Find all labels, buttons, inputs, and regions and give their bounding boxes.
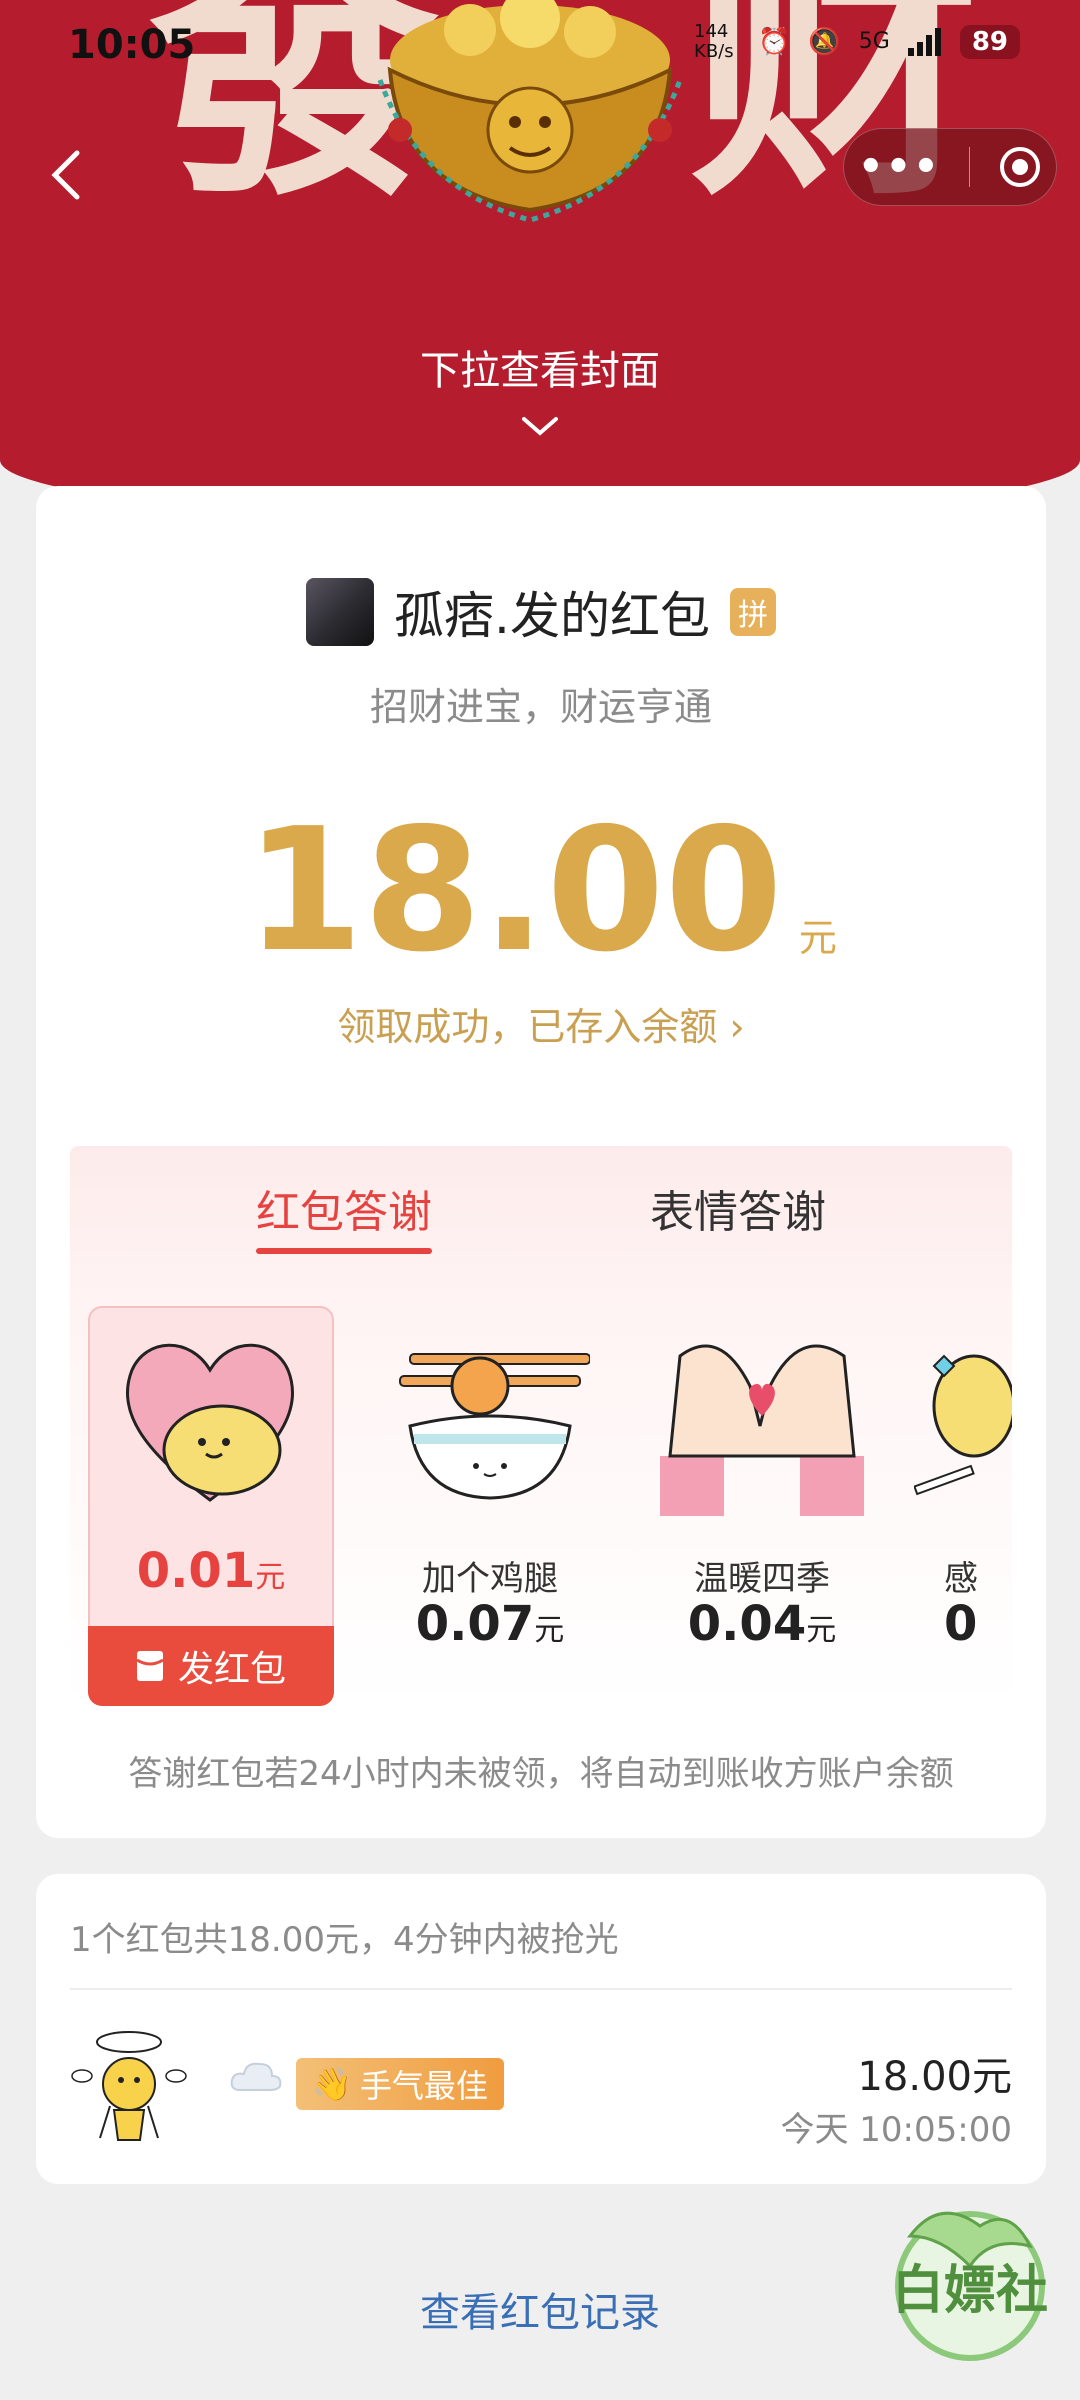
thanks-item-warm-seasons[interactable]: 温暖四季 0.04元 [642,1306,882,1702]
chevron-down-icon [522,417,558,436]
net-speed: 144 KB/s [694,21,734,62]
rice-bowl-icon [399,1353,590,1500]
status-bar: 10:05 144 KB/s ⏰ 🔕 5G 89 [0,0,1080,90]
more-button[interactable]: ••• [858,144,941,190]
amount-value: 18.00 [245,792,783,990]
sender-name: 孤痞.发的红包 [394,587,710,645]
sender-avatar[interactable] [306,578,375,646]
amount-row: 18.00 元 [36,806,1046,976]
sender-row: 孤痞.发的红包 拼 [36,576,1046,648]
battery-level: 89 [959,24,1020,59]
mute-icon: 🔕 [808,26,841,57]
item-label: 加个鸡腿 [422,1559,558,1599]
best-luck-badge: 👋 手气最佳 [296,2058,504,2110]
claim-record-card: 1个红包共18.00元，4分钟内被抢光 👋 手气最佳 18.00元 今天 10:… [36,1874,1046,2184]
recipient-avatar[interactable] [70,2022,188,2148]
thanks-panel: 红包答谢 表情答谢 0.01元 发红包 加个鸡腿 0.07元 温暖四季 0.04… [70,1146,1012,1706]
divider [70,1988,1012,1990]
thanks-item-chicken-leg[interactable]: 加个鸡腿 0.07元 [370,1306,610,1702]
chevron-left-icon [51,150,80,200]
item-label: 温暖四季 [694,1559,830,1599]
hands-heart-icon [660,1344,864,1516]
back-button[interactable] [30,140,100,210]
chevron-right-icon: › [729,1005,745,1049]
tab-red-packet-thanks[interactable]: 红包答谢 [256,1176,432,1254]
heart-hug-icon [126,1343,294,1502]
send-red-packet-button[interactable]: 发红包 [88,1626,334,1706]
item-price: 0 [944,1596,978,1652]
svg-text:白嫖社: 白嫖社 [892,2260,1048,2321]
record-time: 今天 10:05:00 [780,2110,1012,2150]
signal-icon [907,27,941,56]
tab-sticker-thanks[interactable]: 表情答谢 [650,1176,826,1240]
cloud-icon [230,2062,282,2091]
send-button-label: 发红包 [177,1649,286,1690]
item-price: 0.07元 [415,1596,565,1652]
item-price: 0.01元 [136,1543,286,1599]
star-wand-icon [914,1354,1012,1496]
thanks-item-partial[interactable]: 感 0 [914,1306,1012,1702]
record-summary: 1个红包共18.00元，4分钟内被抢光 [70,1920,619,1960]
alarm-icon: ⏰ [758,26,791,57]
mini-program-capsule: ••• [843,128,1057,206]
thanks-item-selected[interactable]: 0.01元 发红包 [88,1306,334,1706]
group-badge: 拼 [729,588,776,636]
status-time: 10:05 [68,22,196,68]
greeting-text: 招财进宝，财运亨通 [369,685,712,729]
best-luck-label: 手气最佳 [359,2067,488,2105]
amount-unit: 元 [798,916,837,960]
tab-underline [256,1248,432,1254]
item-label: 感 [944,1559,978,1599]
red-packet-card: 孤痞.发的红包 拼 招财进宝，财运亨通 18.00 元 领取成功，已存入余额 ›… [36,486,1046,1838]
record-amount: 18.00元 [857,2054,1012,2100]
tab-label: 表情答谢 [650,1187,826,1238]
network-label: 5G [858,29,890,55]
watermark-logo: 白嫖社 [892,2211,1048,2361]
close-target-button[interactable] [998,145,1042,189]
received-status-text: 领取成功，已存入余额 [337,1005,718,1049]
auto-refund-note: 答谢红包若24小时内未被领，将自动到账收方账户余额 [128,1754,954,1794]
received-status-link[interactable]: 领取成功，已存入余额 › [36,996,1046,1051]
wave-hand-icon: 👋 [312,2065,352,2103]
pull-down-hint: 下拉查看封面 [420,348,660,394]
item-price: 0.04元 [687,1596,837,1652]
tab-label: 红包答谢 [256,1187,432,1238]
red-packet-icon [136,1651,164,1681]
